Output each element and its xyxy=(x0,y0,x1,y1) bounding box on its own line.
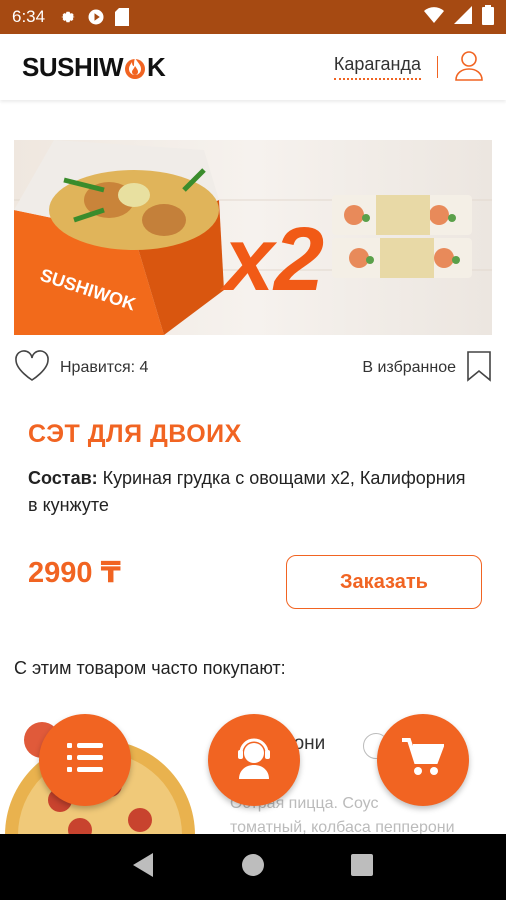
home-icon[interactable] xyxy=(241,853,265,882)
product-price: 2990 ₸ xyxy=(28,557,121,589)
also-bought-title: С этим товаром часто покупают: xyxy=(14,658,286,678)
like-favorite-row: Нравится: 4 В избранное xyxy=(14,349,492,387)
flame-icon xyxy=(124,54,146,80)
battery-icon xyxy=(482,4,494,30)
wifi-icon xyxy=(424,6,444,28)
menu-list-icon xyxy=(65,740,105,781)
composition-label: Состав: xyxy=(28,468,98,488)
android-nav-bar xyxy=(0,834,506,900)
play-icon xyxy=(87,8,105,26)
likes-count-label: Нравится: 4 xyxy=(60,359,149,376)
sushiwok-logo[interactable]: SUSHIW K xyxy=(22,51,166,83)
support-operator-icon xyxy=(231,735,277,786)
user-icon[interactable] xyxy=(454,49,484,86)
gear-icon xyxy=(59,8,77,26)
status-bar: 6:34 xyxy=(0,0,506,34)
product-composition: Состав: Куриная грудка с овощами х2, Кал… xyxy=(28,465,478,519)
product-title: СЭТ ДЛЯ ДВОИХ xyxy=(28,420,242,448)
favorites-label: В избранное xyxy=(362,359,456,376)
cart-fab-button[interactable] xyxy=(377,714,469,806)
signal-icon xyxy=(454,5,472,29)
sd-card-icon xyxy=(115,8,130,26)
city-selector[interactable]: Караганда xyxy=(333,54,421,80)
recents-icon[interactable] xyxy=(351,853,373,881)
status-time: 6:34 xyxy=(12,7,46,26)
app-header: SUSHIW K Караганда xyxy=(0,34,506,100)
bookmark-icon xyxy=(466,350,492,387)
menu-fab-button[interactable] xyxy=(39,714,131,806)
logo-text-end: K xyxy=(147,51,166,82)
logo-text: SUSHIW xyxy=(22,51,124,82)
cart-icon xyxy=(402,737,445,783)
heart-icon[interactable] xyxy=(14,349,50,387)
support-fab-button[interactable] xyxy=(208,714,300,806)
recommendation-desc-2: томатный, колбаса пепперони xyxy=(230,819,455,835)
back-icon[interactable] xyxy=(133,852,155,882)
order-button[interactable]: Заказать xyxy=(286,555,482,609)
header-divider xyxy=(437,56,438,78)
product-banner: SUSHIWOK x2 xyxy=(14,140,492,335)
banner-multiplier: x2 xyxy=(220,210,324,310)
add-to-favorites[interactable]: В избранное xyxy=(362,350,492,387)
